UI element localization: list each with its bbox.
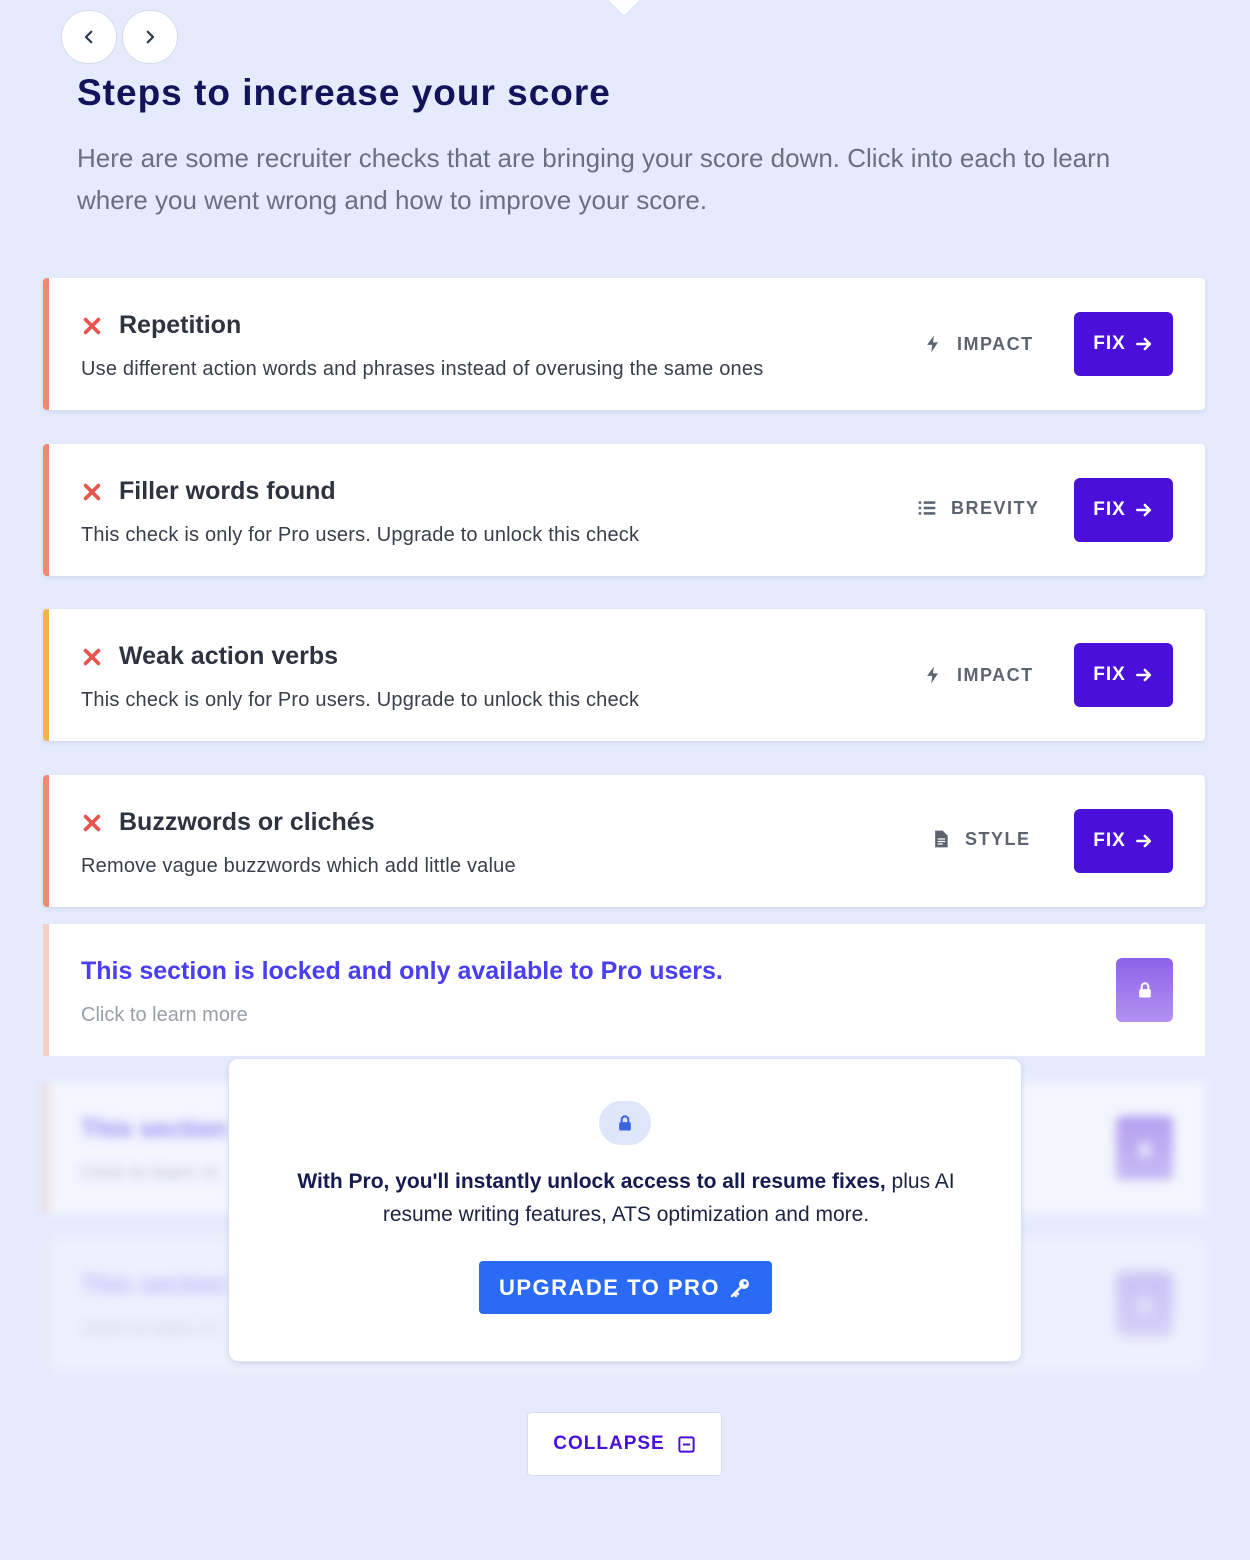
fix-button[interactable]: FIX xyxy=(1074,478,1173,542)
upgrade-popup: With Pro, you'll instantly unlock access… xyxy=(228,1058,1022,1362)
arrow-right-icon xyxy=(1135,668,1151,682)
category-label: STYLE xyxy=(965,828,1031,849)
locked-subtitle: Click to learn m xyxy=(81,1318,219,1340)
fix-label: FIX xyxy=(1093,333,1126,354)
arrow-right-icon xyxy=(1135,503,1151,517)
lock-icon xyxy=(1138,1140,1151,1156)
document-icon xyxy=(935,830,948,848)
lock-button[interactable] xyxy=(1116,958,1173,1022)
check-description: This check is only for Pro users. Upgrad… xyxy=(81,689,640,711)
upgrade-to-pro-button[interactable]: UPGRADE TO PRO xyxy=(479,1261,772,1314)
fix-label: FIX xyxy=(1093,499,1126,520)
upgrade-message-bold: With Pro, you'll instantly unlock access… xyxy=(297,1170,886,1193)
top-pointer xyxy=(607,0,641,17)
key-icon xyxy=(730,1278,750,1297)
chevron-left-icon xyxy=(84,30,93,44)
locked-section-card[interactable]: This section is locked and only availabl… xyxy=(43,924,1205,1056)
check-title: Repetition xyxy=(119,311,242,339)
check-card-buzzwords[interactable]: Buzzwords or clichés Remove vague buzzwo… xyxy=(43,775,1205,907)
check-card-filler-words[interactable]: Filler words found This check is only fo… xyxy=(43,444,1205,576)
locked-title: This section xyxy=(81,1115,227,1143)
locked-subtitle: Click to learn m xyxy=(81,1162,219,1184)
check-description: Remove vague buzzwords which add little … xyxy=(81,855,516,877)
check-title: Weak action verbs xyxy=(119,642,339,670)
check-card-repetition[interactable]: Repetition Use different action words an… xyxy=(43,278,1205,410)
list-icon xyxy=(918,501,936,515)
upgrade-message: With Pro, you'll instantly unlock access… xyxy=(269,1165,983,1231)
locked-title: This section xyxy=(81,1271,227,1299)
popup-lock-badge xyxy=(599,1101,651,1145)
lock-icon xyxy=(619,1115,631,1131)
page-description: Here are some recruiter checks that are … xyxy=(77,143,1111,215)
lock-icon xyxy=(1138,1296,1151,1312)
check-category: IMPACT xyxy=(923,661,1034,689)
chevron-right-icon xyxy=(146,30,155,44)
locked-title: This section is locked and only availabl… xyxy=(81,957,723,985)
collapse-button[interactable]: COLLAPSE xyxy=(527,1412,722,1476)
fix-label: FIX xyxy=(1093,664,1126,685)
arrow-right-icon xyxy=(1135,834,1151,848)
check-card-weak-action-verbs[interactable]: Weak action verbs This check is only for… xyxy=(43,609,1205,741)
lock-button xyxy=(1116,1116,1173,1180)
fix-button[interactable]: FIX xyxy=(1074,809,1173,873)
upgrade-button-label: UPGRADE TO PRO xyxy=(498,1274,721,1300)
lock-icon xyxy=(1138,982,1151,998)
check-description: Use different action words and phrases i… xyxy=(81,358,764,380)
previous-button[interactable] xyxy=(61,10,117,64)
page-title: Steps to increase your score xyxy=(77,72,611,113)
check-description: This check is only for Pro users. Upgrad… xyxy=(81,524,640,546)
lightning-icon xyxy=(927,666,938,684)
fix-button[interactable]: FIX xyxy=(1074,312,1173,376)
x-icon xyxy=(83,814,101,832)
check-category: BREVITY xyxy=(917,494,1040,522)
next-button[interactable] xyxy=(122,10,178,64)
check-title: Buzzwords or clichés xyxy=(119,808,375,836)
minus-square-icon xyxy=(678,1435,695,1453)
x-icon xyxy=(83,317,101,335)
category-label: IMPACT xyxy=(957,664,1034,685)
x-icon xyxy=(83,483,101,501)
x-icon xyxy=(83,648,101,666)
arrow-right-icon xyxy=(1135,337,1151,351)
fix-label: FIX xyxy=(1093,830,1126,851)
collapse-label: COLLAPSE xyxy=(553,1433,665,1454)
category-label: IMPACT xyxy=(957,333,1034,354)
lightning-icon xyxy=(927,335,938,353)
lock-button xyxy=(1116,1272,1173,1336)
check-title: Filler words found xyxy=(119,477,336,505)
check-category: STYLE xyxy=(931,825,1031,853)
fix-button[interactable]: FIX xyxy=(1074,643,1173,707)
category-label: BREVITY xyxy=(951,497,1040,518)
check-category: IMPACT xyxy=(923,330,1034,358)
learn-more-link[interactable]: Click to learn more xyxy=(81,1004,248,1027)
